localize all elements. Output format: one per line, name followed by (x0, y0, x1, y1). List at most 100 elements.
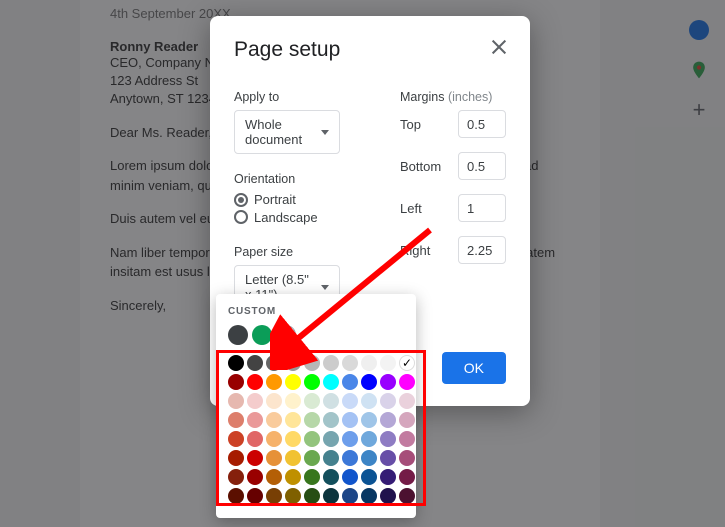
color-swatch[interactable] (323, 393, 339, 409)
color-swatch[interactable] (247, 469, 263, 485)
color-swatch[interactable] (361, 393, 377, 409)
color-swatch[interactable] (266, 393, 282, 409)
margin-right-field[interactable]: 2.25 (458, 236, 506, 264)
color-swatch[interactable] (380, 374, 396, 390)
custom-color-swatch[interactable] (228, 325, 248, 345)
color-swatch[interactable] (380, 412, 396, 428)
color-swatch[interactable] (323, 412, 339, 428)
color-swatch[interactable] (361, 431, 377, 447)
color-swatch[interactable] (399, 488, 415, 504)
color-swatch[interactable] (342, 374, 358, 390)
close-icon[interactable] (490, 38, 508, 56)
custom-section-label: CUSTOM (228, 306, 404, 317)
color-swatch[interactable] (266, 412, 282, 428)
color-swatch[interactable] (266, 488, 282, 504)
color-swatch[interactable] (342, 469, 358, 485)
color-swatch[interactable] (228, 431, 244, 447)
color-swatch[interactable] (380, 469, 396, 485)
color-swatch[interactable] (228, 374, 244, 390)
margin-bottom-field[interactable]: 0.5 (458, 152, 506, 180)
color-swatch[interactable] (361, 469, 377, 485)
color-swatch[interactable] (304, 374, 320, 390)
color-swatch[interactable] (285, 431, 301, 447)
color-swatch[interactable] (380, 393, 396, 409)
color-swatch[interactable] (323, 374, 339, 390)
ok-button[interactable]: OK (442, 352, 506, 384)
paper-size-label: Paper size (234, 245, 340, 259)
color-swatch[interactable] (380, 355, 396, 371)
color-swatch[interactable] (266, 355, 282, 371)
color-swatch[interactable] (304, 469, 320, 485)
color-swatch[interactable] (247, 374, 263, 390)
color-swatch[interactable] (228, 393, 244, 409)
color-swatch[interactable] (304, 488, 320, 504)
color-swatch[interactable] (323, 450, 339, 466)
landscape-radio[interactable]: Landscape (234, 210, 318, 225)
color-swatch[interactable] (247, 393, 263, 409)
custom-color-swatch[interactable] (252, 325, 272, 345)
color-swatch[interactable] (399, 431, 415, 447)
color-swatch[interactable] (304, 393, 320, 409)
color-swatch[interactable] (342, 393, 358, 409)
color-swatch[interactable] (399, 393, 415, 409)
color-swatch[interactable] (247, 450, 263, 466)
color-swatch[interactable] (285, 469, 301, 485)
color-swatch[interactable] (380, 431, 396, 447)
color-swatch[interactable] (323, 431, 339, 447)
apply-to-dropdown[interactable]: Whole document (234, 110, 340, 154)
color-swatch[interactable] (285, 355, 301, 371)
color-swatch[interactable] (247, 412, 263, 428)
color-swatch[interactable] (399, 450, 415, 466)
color-swatch[interactable] (304, 412, 320, 428)
color-swatch[interactable] (247, 431, 263, 447)
color-swatch[interactable] (228, 355, 244, 371)
color-swatch[interactable] (266, 431, 282, 447)
color-swatch[interactable] (380, 488, 396, 504)
color-swatch[interactable] (247, 488, 263, 504)
apply-to-value: Whole document (245, 117, 315, 147)
landscape-label: Landscape (254, 210, 318, 225)
portrait-label: Portrait (254, 192, 296, 207)
color-swatch[interactable] (361, 450, 377, 466)
color-swatch[interactable] (285, 393, 301, 409)
color-swatch[interactable] (304, 431, 320, 447)
color-swatch[interactable] (266, 450, 282, 466)
color-swatch[interactable] (228, 469, 244, 485)
margin-top-field[interactable]: 0.5 (458, 110, 506, 138)
color-swatch[interactable] (361, 488, 377, 504)
color-swatch[interactable] (228, 450, 244, 466)
color-picker-panel: CUSTOM + ✓ (216, 294, 416, 518)
color-swatch[interactable]: ✓ (399, 355, 415, 371)
margin-left-field[interactable]: 1 (458, 194, 506, 222)
color-swatch[interactable] (399, 412, 415, 428)
portrait-radio[interactable]: Portrait (234, 192, 296, 207)
color-swatch[interactable] (361, 412, 377, 428)
color-swatch[interactable] (342, 412, 358, 428)
color-swatch[interactable] (228, 488, 244, 504)
color-swatch[interactable] (361, 355, 377, 371)
color-swatch[interactable] (342, 450, 358, 466)
color-swatch[interactable] (285, 488, 301, 504)
color-swatch[interactable] (323, 469, 339, 485)
color-swatch[interactable] (323, 488, 339, 504)
color-swatch[interactable] (285, 374, 301, 390)
color-swatch[interactable] (304, 450, 320, 466)
color-swatch[interactable] (266, 374, 282, 390)
color-swatch[interactable] (380, 450, 396, 466)
custom-color-row: + (228, 325, 404, 345)
color-swatch[interactable] (399, 374, 415, 390)
add-custom-color-button[interactable]: + (276, 325, 296, 345)
color-swatch[interactable] (228, 412, 244, 428)
color-swatch[interactable] (399, 469, 415, 485)
color-swatch[interactable] (285, 412, 301, 428)
margin-left-label: Left (400, 201, 422, 216)
color-swatch[interactable] (342, 488, 358, 504)
color-swatch[interactable] (342, 355, 358, 371)
color-swatch[interactable] (247, 355, 263, 371)
color-swatch[interactable] (304, 355, 320, 371)
color-swatch[interactable] (342, 431, 358, 447)
color-swatch[interactable] (361, 374, 377, 390)
color-swatch[interactable] (285, 450, 301, 466)
color-swatch[interactable] (266, 469, 282, 485)
color-swatch[interactable] (323, 355, 339, 371)
